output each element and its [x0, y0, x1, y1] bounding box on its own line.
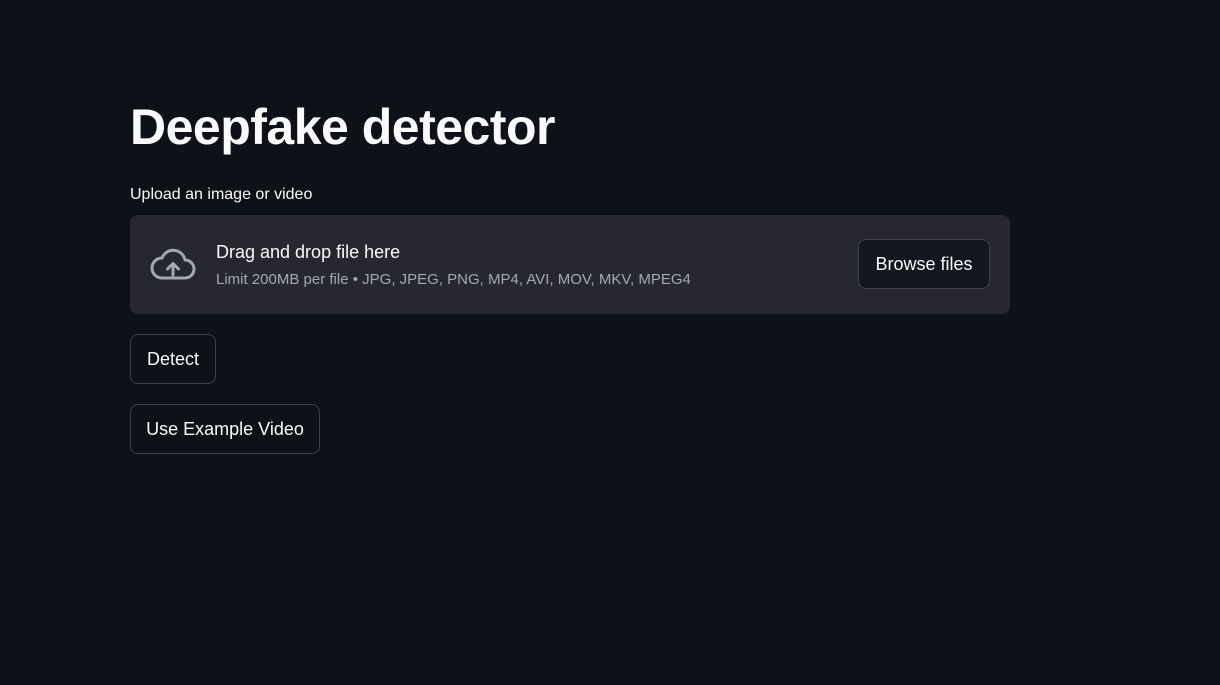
- browse-files-button[interactable]: Browse files: [858, 239, 990, 289]
- detect-button[interactable]: Detect: [130, 334, 216, 384]
- drop-instruction-text: Drag and drop file here: [216, 242, 401, 262]
- file-uploader-label: Upload an image or video: [130, 186, 313, 203]
- use-example-video-button[interactable]: Use Example Video: [130, 404, 320, 454]
- cloud-upload-icon: [150, 246, 196, 282]
- page-title: Deepfake detector: [130, 99, 556, 155]
- dropzone-instructions: Drag and drop file here Limit 200MB per …: [216, 239, 691, 291]
- app-root: Deepfake detector Upload an image or vid…: [0, 0, 1220, 685]
- file-dropzone[interactable]: Drag and drop file here Limit 200MB per …: [130, 215, 1010, 314]
- file-limit-text: Limit 200MB per file • JPG, JPEG, PNG, M…: [216, 271, 691, 288]
